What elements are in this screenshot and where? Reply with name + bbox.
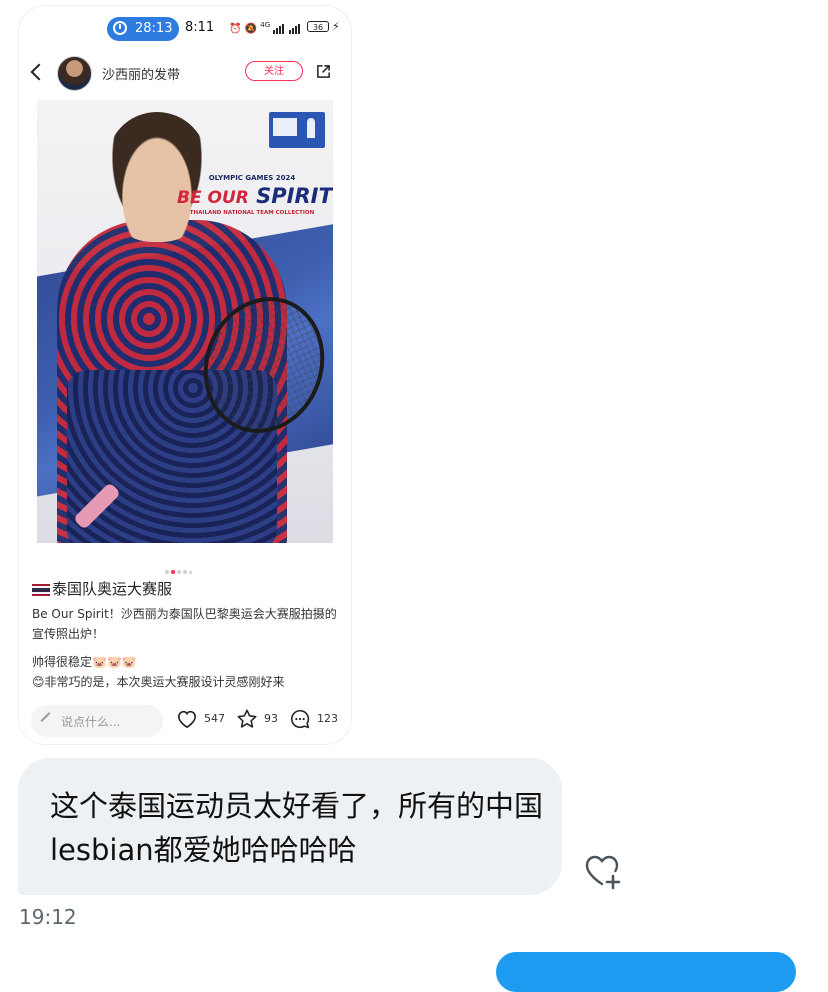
message-timestamp: 19:12 — [19, 905, 77, 929]
network-label: 4G — [260, 21, 271, 29]
timer-pill: 28:13 — [107, 17, 179, 41]
carousel-dot — [189, 571, 192, 574]
signal-icon-2 — [288, 23, 301, 35]
outgoing-message-bubble[interactable] — [496, 952, 796, 992]
post-body: Be Our Spirit！沙西丽为泰国队巴黎奥运会大赛服拍摄的宣传照出炉！ 帅… — [32, 604, 342, 692]
heart-icon — [177, 710, 197, 729]
status-icons: ⏰ 🔕 4G — [229, 21, 301, 35]
status-bar: 28:13 8:11 ⏰ 🔕 4G 36 ⚡ — [19, 6, 351, 46]
avatar[interactable] — [57, 56, 92, 91]
shared-post-screenshot[interactable]: 28:13 8:11 ⏰ 🔕 4G 36 ⚡ 沙西丽的发带 关注 OLYMPIC… — [19, 6, 351, 744]
charging-icon: ⚡ — [332, 20, 340, 33]
post-title: 泰国队奥运大赛服 — [32, 578, 172, 599]
post-photo[interactable]: OLYMPIC GAMES 2024 BE OUR SPIRIT THAILAN… — [37, 100, 333, 543]
share-icon[interactable] — [316, 64, 331, 79]
timer-text: 28:13 — [135, 21, 173, 36]
comment-input[interactable]: 说点什么... — [31, 705, 163, 737]
status-time: 8:11 — [185, 20, 215, 35]
author-name[interactable]: 沙西丽的发带 — [102, 64, 180, 83]
add-reaction-icon[interactable] — [582, 850, 624, 892]
post-body-line: 帅得很稳定🐷🐷🐷 — [32, 655, 137, 669]
thailand-flag-icon — [32, 583, 50, 596]
carousel-dot — [177, 570, 181, 574]
like-count: 547 — [204, 712, 225, 725]
message-text: 这个泰国运动员太好看了，所有的中国lesbian都爱她哈哈哈哈 — [50, 789, 544, 867]
post-body-line: Be Our Spirit！沙西丽为泰国队巴黎奥运会大赛服拍摄的宣传照出炉！ — [32, 607, 337, 641]
clock-icon — [113, 21, 127, 35]
battery-level: 36 — [312, 23, 324, 32]
pencil-icon — [42, 712, 51, 720]
post-action-bar: 说点什么... 547 93 123 — [19, 700, 351, 744]
carousel-dot — [183, 570, 187, 574]
battery-icon: 36 — [307, 21, 329, 32]
banner-headline: BE OUR SPIRIT — [177, 184, 333, 208]
star-icon — [237, 709, 257, 728]
chat-icon — [291, 709, 310, 729]
back-icon[interactable] — [30, 63, 48, 81]
message-bubble[interactable]: 这个泰国运动员太好看了，所有的中国lesbian都爱她哈哈哈哈 — [18, 758, 562, 895]
sponsor-logo — [269, 112, 325, 148]
post-body-line: 😊非常巧的是，本次奥运大赛服设计灵感刚好来 — [32, 675, 285, 689]
signal-icon — [273, 23, 285, 35]
post-header: 沙西丽的发带 关注 — [19, 54, 351, 94]
carousel-dot — [165, 570, 169, 574]
collect-count: 93 — [264, 712, 278, 725]
carousel-indicator — [165, 559, 194, 574]
carousel-dot-active — [171, 570, 175, 574]
banner-small-text: OLYMPIC GAMES 2024 — [208, 174, 296, 182]
follow-button[interactable]: 关注 — [245, 61, 303, 81]
comment-placeholder: 说点什么... — [61, 715, 121, 729]
banner-sub-text: THAILAND NATIONAL TEAM COLLECTION — [189, 210, 315, 216]
comment-count: 123 — [317, 712, 338, 725]
